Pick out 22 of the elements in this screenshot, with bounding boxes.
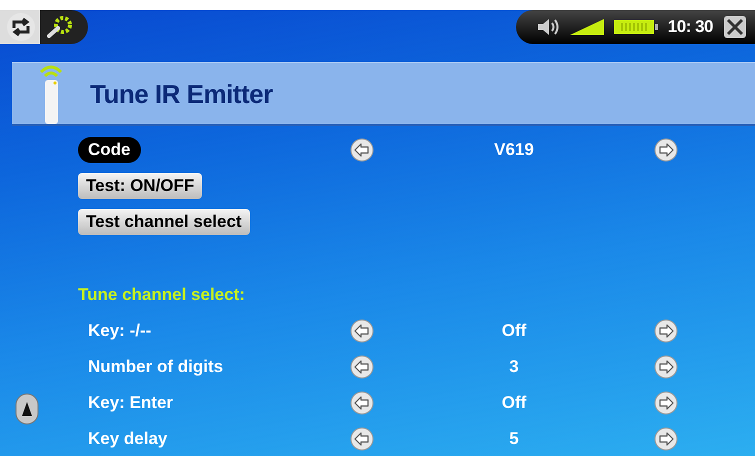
clock-time: 10: 30 <box>668 17 713 37</box>
section-heading: Tune channel select: <box>78 285 246 305</box>
battery-icon <box>614 20 658 34</box>
option-value: V619 <box>493 140 535 160</box>
option-label[interactable]: Number of digits <box>78 354 234 380</box>
signal-icon <box>570 19 604 35</box>
test-button[interactable]: Test channel select <box>78 209 250 235</box>
speaker-icon[interactable] <box>536 17 560 37</box>
option-label[interactable]: Code <box>78 137 140 163</box>
option-value: Off <box>500 393 528 413</box>
scroll-up-button[interactable] <box>15 393 39 425</box>
wrench-gear-icon[interactable] <box>46 14 74 40</box>
close-icon[interactable] <box>723 15 747 39</box>
option-label[interactable]: Key: Enter <box>78 390 184 416</box>
option-value: 5 <box>508 429 520 449</box>
test-button[interactable]: Test: ON/OFF <box>78 173 202 199</box>
option-value: Off <box>500 321 528 341</box>
option-label[interactable]: Key: -/-- <box>78 318 162 344</box>
swap-arrows-icon[interactable] <box>6 12 36 42</box>
option-label[interactable]: Key delay <box>78 426 178 452</box>
option-value: 3 <box>508 357 520 377</box>
page-title: Tune IR Emitter <box>90 79 273 110</box>
